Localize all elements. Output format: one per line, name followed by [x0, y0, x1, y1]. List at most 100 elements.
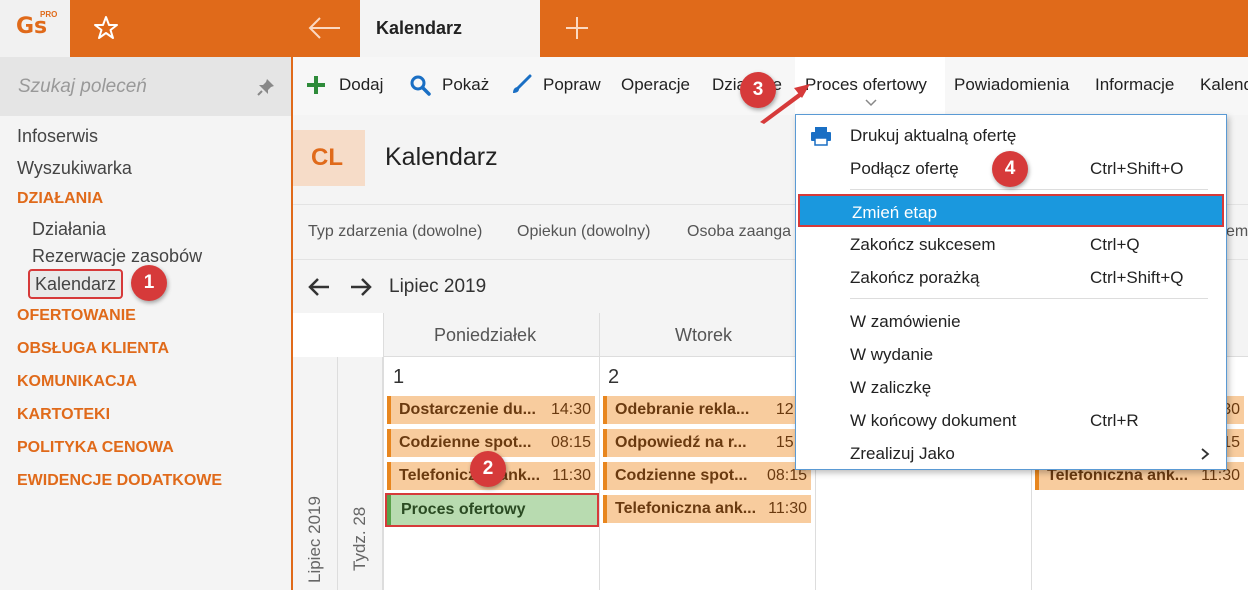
command-search-input[interactable] — [18, 74, 248, 100]
calendar-event[interactable]: Codzienne spot... 08:15 — [603, 462, 811, 490]
month-side-column: Lipiec 2019 — [293, 357, 338, 590]
menu-item-label: Zakończ sukcesem — [850, 235, 996, 254]
chevron-down-icon — [865, 99, 877, 107]
menu-item-label: Podłącz ofertę — [850, 159, 959, 178]
tab-kalendarz[interactable]: Kalendarz — [360, 0, 540, 57]
menu-item-finish-failure[interactable]: Zakończ porażką Ctrl+Shift+Q — [796, 261, 1226, 294]
grid-line — [383, 313, 384, 590]
event-title: Odebranie rekla... — [615, 401, 750, 418]
calendar-event[interactable]: Telefoniczna ank... 11:30 — [603, 495, 811, 523]
month-label: Lipiec 2019 — [389, 276, 487, 297]
logo-badge: PRO — [40, 10, 58, 19]
week-side-column: Tydz. 28 — [338, 357, 383, 590]
month-side-label: Lipiec 2019 — [305, 496, 324, 583]
callout-3: 3 — [740, 72, 776, 108]
filter-right-cut[interactable]: ema — [1226, 223, 1248, 241]
filter-event-type[interactable]: Typ zdarzenia (dowolne) — [308, 223, 482, 241]
menu-item-to-final-document[interactable]: W końcowy dokument Ctrl+R — [796, 404, 1226, 437]
menu-item-label: Drukuj aktualną ofertę — [850, 126, 1017, 145]
module-badge: CL — [293, 130, 365, 186]
menu-item-finish-success[interactable]: Zakończ sukcesem Ctrl+Q — [796, 228, 1226, 261]
nav-section-kartoteki[interactable]: KARTOTEKI — [17, 406, 110, 424]
calendar-event-selected[interactable]: Proces ofertowy — [385, 493, 599, 527]
menu-item-shortcut: Ctrl+Shift+O — [1090, 159, 1184, 178]
nav-section-ewidencje[interactable]: EWIDENCJE DODATKOWE — [17, 472, 222, 490]
nav-wyszukiwarka[interactable]: Wyszukiwarka — [17, 158, 132, 179]
back-arrow-icon[interactable] — [306, 14, 344, 42]
day-number-1: 1 — [393, 366, 405, 388]
magnifier-icon — [410, 75, 431, 96]
nav-section-obsluga-klienta[interactable]: OBSŁUGA KLIENTA — [17, 340, 169, 358]
event-title: Codzienne spot... — [615, 467, 748, 484]
operations-menu[interactable]: Operacje — [621, 75, 690, 95]
arrow-left-icon[interactable] — [307, 277, 331, 297]
menu-item-to-release[interactable]: W wydanie — [796, 338, 1226, 371]
menu-item-label: Zmień etap — [852, 203, 938, 222]
menu-separator — [850, 189, 1208, 190]
chevron-right-icon — [1201, 448, 1210, 460]
star-icon[interactable] — [92, 14, 120, 42]
menu-item-label: W zamówienie — [850, 312, 961, 331]
menu-item-print-offer[interactable]: Drukuj aktualną ofertę — [796, 119, 1226, 152]
nav-section-komunikacja[interactable]: KOMUNIKACJA — [17, 373, 137, 391]
offer-process-label: Proces ofertowy — [805, 75, 927, 94]
menu-item-to-advance[interactable]: W zaliczkę — [796, 371, 1226, 404]
add-button[interactable]: Dodaj — [339, 75, 383, 95]
callout-1: 1 — [131, 265, 167, 301]
information-menu[interactable]: Informacje — [1095, 75, 1174, 95]
nav-section-polityka-cenowa[interactable]: POLITYKA CENOWA — [17, 439, 174, 457]
menu-item-label: W końcowy dokument — [850, 411, 1017, 430]
menu-item-change-stage[interactable]: Zmień etap — [798, 194, 1224, 227]
day-header-monday: Poniedziałek — [434, 325, 537, 345]
menu-item-label: W zaliczkę — [850, 378, 932, 397]
callout-4: 4 — [992, 151, 1028, 187]
nav-sub-dzialania[interactable]: Działania — [32, 219, 106, 240]
grid-line — [599, 313, 600, 590]
event-title: Telefoniczna ank... — [615, 500, 757, 517]
event-title: Odpowiedź na r... — [615, 434, 747, 451]
sidebar: Infoserwis Wyszukiwarka DZIAŁANIA Działa… — [0, 57, 291, 590]
plus-icon — [307, 76, 325, 94]
app-logo: Gs PRO — [0, 0, 70, 57]
show-button[interactable]: Pokaż — [442, 75, 489, 95]
nav-sub-kalendarz[interactable]: Kalendarz — [28, 269, 124, 299]
edit-button[interactable]: Popraw — [543, 75, 601, 95]
brush-icon — [513, 74, 532, 93]
printer-icon — [811, 127, 831, 146]
day-number-2: 2 — [608, 366, 620, 388]
filter-person[interactable]: Osoba zaanga — [687, 223, 791, 241]
menu-item-label: Zrealizuj Jako — [850, 444, 955, 463]
command-search — [0, 57, 291, 116]
menu-item-to-order[interactable]: W zamówienie — [796, 305, 1226, 338]
pin-icon[interactable] — [256, 77, 276, 97]
new-tab-plus-icon[interactable] — [563, 14, 591, 42]
nav-section-dzialania[interactable]: DZIAŁANIA — [17, 190, 103, 208]
filter-owner[interactable]: Opiekun (dowolny) — [517, 223, 650, 241]
nav-section-ofertowanie[interactable]: OFERTOWANIE — [17, 307, 136, 325]
calendar-event[interactable]: Odpowiedź na r... 15:1 — [603, 429, 811, 457]
notifications-menu[interactable]: Powiadomienia — [954, 75, 1069, 95]
menu-separator — [850, 298, 1208, 299]
menu-item-label: Zakończ porażką — [850, 268, 980, 287]
calendar-event[interactable]: Dostarczenie du... 14:30 — [387, 396, 595, 424]
tab-label: Kalendarz — [376, 18, 463, 38]
calendar-menu[interactable]: Kalend — [1200, 75, 1248, 95]
nav-sub-rezerwacje[interactable]: Rezerwacje zasobów — [32, 246, 202, 267]
top-bar: Gs PRO Kalendarz — [0, 0, 1248, 57]
calendar-event[interactable]: Odebranie rekla... 12:0 — [603, 396, 811, 424]
event-time: 14:30 — [550, 401, 591, 418]
nav-infoserwis[interactable]: Infoserwis — [17, 126, 98, 147]
event-time: 08:15 — [550, 434, 591, 451]
event-title: Dostarczenie du... — [399, 401, 536, 418]
page-title: Kalendarz — [385, 143, 498, 171]
menu-item-realize-as[interactable]: Zrealizuj Jako — [796, 437, 1226, 470]
event-time: 11:30 — [768, 500, 807, 517]
menu-item-shortcut: Ctrl+Shift+Q — [1090, 268, 1184, 287]
menu-item-shortcut: Ctrl+Q — [1090, 235, 1140, 254]
module-badge-text: CL — [311, 144, 343, 171]
event-title: Codzienne spot... — [399, 434, 532, 451]
event-time: 11:30 — [552, 467, 591, 484]
arrow-right-icon[interactable] — [349, 277, 373, 297]
event-title: Proces ofertowy — [401, 501, 526, 518]
callout-2: 2 — [470, 451, 506, 487]
